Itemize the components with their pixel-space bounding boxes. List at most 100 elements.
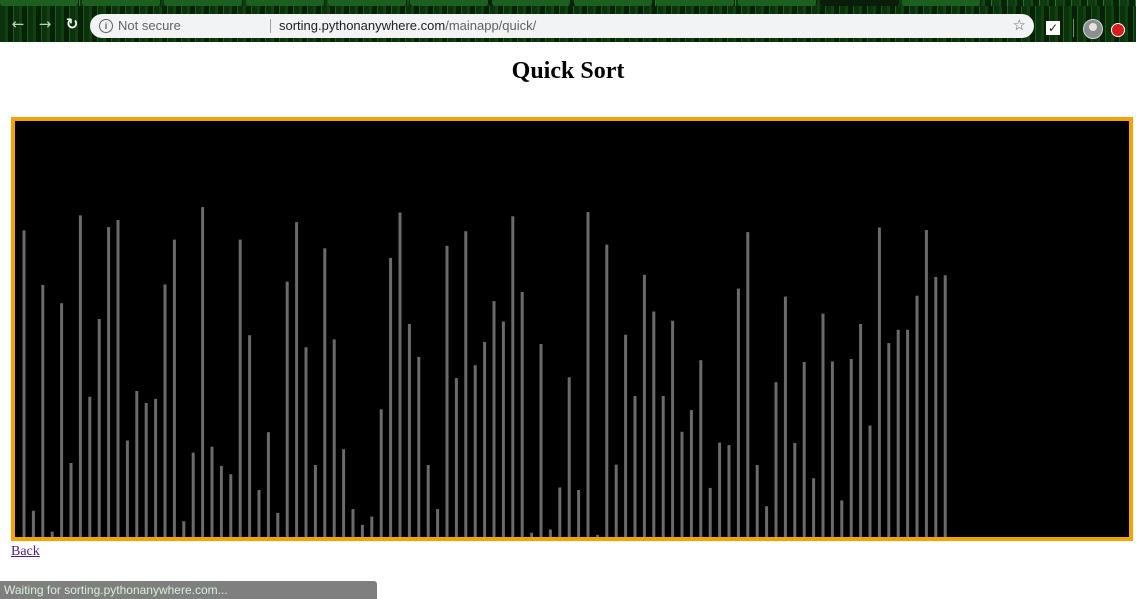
checkbox-extension-icon[interactable]: ✓: [1046, 21, 1060, 35]
sort-visualization-canvas: [11, 117, 1133, 541]
array-bar: [154, 398, 158, 537]
array-bar: [172, 239, 176, 537]
array-bar: [313, 465, 317, 537]
array-bar: [868, 425, 872, 537]
array-bar: [530, 532, 534, 537]
array-bar: [746, 232, 750, 537]
array-bar: [652, 311, 656, 537]
array-bar: [473, 365, 477, 537]
array-bar: [229, 474, 233, 537]
array-bar: [755, 465, 759, 537]
array-bar: [877, 227, 881, 537]
array-bar: [257, 490, 261, 537]
security-label[interactable]: Not secure: [118, 14, 181, 38]
array-bar: [934, 277, 938, 537]
array-bar: [577, 490, 581, 537]
bookmark-star-icon[interactable]: ☆: [1013, 14, 1026, 38]
array-bar: [144, 403, 148, 537]
array-bar: [595, 534, 599, 537]
array-bar: [511, 216, 515, 537]
address-separator: [270, 19, 271, 33]
array-bar: [398, 212, 402, 537]
bar-array: [22, 207, 947, 537]
array-bar: [774, 382, 778, 537]
forward-arrow-icon[interactable]: →: [35, 14, 55, 34]
array-bar: [266, 432, 270, 537]
array-bar: [586, 212, 590, 537]
array-bar: [671, 320, 675, 537]
array-bar: [41, 284, 45, 537]
array-bar: [360, 524, 364, 537]
url-path: /mainapp/quick/: [445, 18, 537, 33]
array-bar: [821, 313, 825, 537]
toolbar-divider: [1073, 19, 1074, 37]
array-bar: [88, 396, 92, 537]
array-bar: [135, 391, 139, 537]
array-bar: [859, 324, 863, 537]
array-bar: [238, 239, 242, 537]
status-bar: Waiting for sorting.pythonanywhere.com..…: [0, 581, 377, 599]
array-bar: [501, 321, 505, 537]
reload-icon[interactable]: ↻: [62, 14, 82, 34]
array-bar: [445, 245, 449, 537]
array-bar: [454, 378, 458, 537]
array-bar: [436, 509, 440, 537]
url-text[interactable]: sorting.pythonanywhere.com/mainapp/quick…: [279, 14, 536, 38]
array-bar: [210, 446, 214, 537]
array-bar: [736, 288, 740, 537]
array-bar: [558, 487, 562, 537]
array-bar: [191, 452, 195, 537]
array-bar: [219, 465, 223, 537]
array-bar: [379, 409, 383, 537]
array-bar: [802, 361, 806, 537]
array-bar: [633, 396, 637, 537]
array-bar: [483, 341, 487, 537]
back-arrow-icon[interactable]: ←: [8, 14, 28, 34]
array-bar: [567, 377, 571, 537]
array-bar: [539, 344, 543, 537]
back-link[interactable]: Back: [11, 544, 40, 560]
info-icon[interactable]: i: [99, 19, 113, 33]
array-bar: [201, 207, 205, 537]
array-bar: [342, 449, 346, 537]
array-bar: [125, 440, 129, 537]
array-bar: [887, 343, 891, 537]
array-bar: [906, 329, 910, 537]
array-bar: [548, 529, 552, 537]
array-bar: [163, 284, 167, 537]
extension-red-icon[interactable]: [1111, 23, 1125, 37]
array-bar: [896, 329, 900, 537]
array-bar: [680, 431, 684, 537]
array-bar: [295, 222, 299, 537]
address-bar[interactable]: i Not secure sorting.pythonanywhere.com/…: [90, 14, 1034, 38]
array-bar: [661, 396, 665, 537]
array-bar: [304, 347, 308, 537]
array-bar: [624, 334, 628, 537]
array-bar: [915, 295, 919, 537]
array-bar: [407, 324, 411, 537]
array-bar: [830, 361, 834, 537]
array-bar: [464, 231, 468, 537]
array-bar: [605, 244, 609, 537]
array-bar: [332, 339, 336, 537]
array-bar: [285, 281, 289, 537]
array-bar: [718, 442, 722, 537]
array-bar: [426, 465, 430, 537]
array-bar: [107, 227, 111, 537]
array-bar: [520, 292, 524, 537]
array-bar: [182, 521, 186, 537]
array-bar: [323, 248, 327, 537]
array-bar: [924, 230, 928, 537]
array-bar: [389, 257, 393, 537]
profile-avatar[interactable]: [1083, 19, 1103, 39]
array-bar: [840, 500, 844, 537]
array-bar: [50, 531, 54, 537]
array-bar: [97, 319, 101, 537]
array-bar: [812, 478, 816, 537]
url-host: sorting.pythonanywhere.com: [279, 18, 446, 33]
array-bar: [351, 509, 355, 537]
array-bar: [276, 512, 280, 537]
page-title: Quick Sort: [511, 58, 625, 84]
array-bar: [708, 487, 712, 537]
array-bar: [727, 445, 731, 537]
